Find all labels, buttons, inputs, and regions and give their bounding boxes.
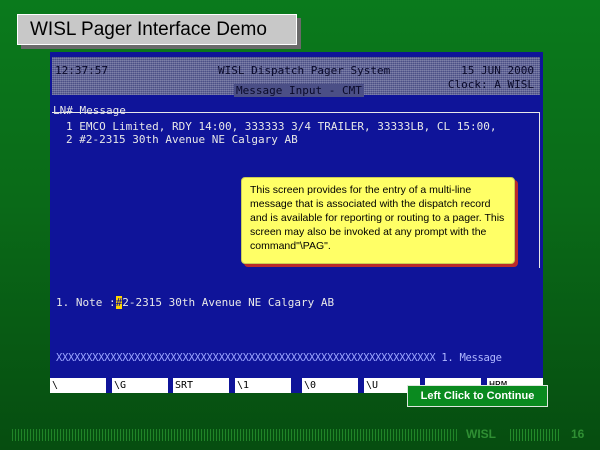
function-key-3[interactable]: SRT — [173, 378, 229, 393]
slide-title: WISL Pager Interface Demo — [30, 19, 267, 40]
slide-page-number: 16 — [571, 427, 585, 441]
filler-label: 1. Message — [441, 352, 502, 364]
continue-button[interactable]: Left Click to Continue — [407, 385, 548, 407]
message-list-header: LN# Message — [53, 104, 126, 117]
message-filler-line: XXXXXXXXXXXXXXXXXXXXXXXXXXXXXXXXXXXXXXXX… — [56, 352, 502, 364]
footer-decoration-bars — [12, 429, 458, 441]
function-key-5[interactable]: \0 — [302, 378, 358, 393]
note-label: 1. Note : — [56, 296, 116, 309]
note-input-row[interactable]: 1. Note :#2-2315 30th Avenue NE Calgary … — [56, 296, 334, 309]
explanation-callout: This screen provides for the entry of a … — [241, 177, 515, 264]
terminal-date: 15 JUN 2000 — [461, 64, 534, 77]
function-key-2[interactable]: \G — [112, 378, 168, 393]
terminal-time: 12:37:57 — [55, 64, 108, 77]
function-key-1[interactable]: \ — [50, 378, 106, 393]
screen-title: Message Input - CMT — [234, 84, 364, 97]
message-line[interactable]: 1 EMCO Limited, RDY 14:00, 333333 3/4 TR… — [66, 120, 496, 133]
terminal-clock: Clock: A WISL — [447, 78, 534, 91]
message-line[interactable]: 2 #2-2315 30th Avenue NE Calgary AB — [66, 133, 298, 146]
note-input-value[interactable]: 2-2315 30th Avenue NE Calgary AB — [122, 296, 334, 309]
slide-title-box: WISL Pager Interface Demo — [17, 14, 297, 45]
function-key-4[interactable]: \1 — [235, 378, 291, 393]
callout-text: This screen provides for the entry of a … — [250, 184, 505, 252]
filler-x: XXXXXXXXXXXXXXXXXXXXXXXXXXXXXXXXXXXXXXXX… — [56, 352, 436, 364]
footer-brand: WISL — [466, 427, 496, 441]
footer-decoration-bars-right — [510, 429, 560, 441]
terminal-system-title: WISL Dispatch Pager System — [218, 64, 391, 77]
